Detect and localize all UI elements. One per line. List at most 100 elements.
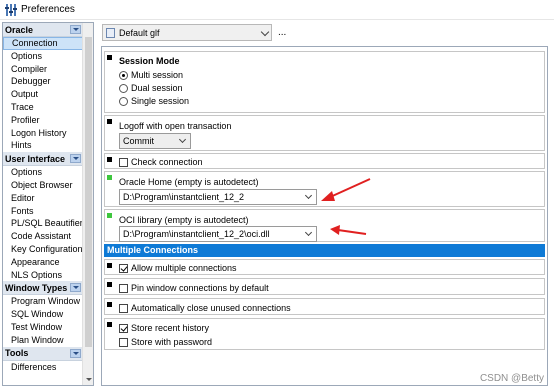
radio-single-session[interactable]: Single session	[119, 96, 189, 106]
sidebar-item-ui-options[interactable]: Options	[3, 166, 83, 179]
preferences-app-icon	[5, 3, 17, 16]
group-tools[interactable]: Tools	[3, 346, 83, 361]
chevron-down-icon[interactable]	[260, 27, 270, 37]
sidebar-item-hints[interactable]: Hints	[3, 139, 83, 152]
checkbox[interactable]	[119, 337, 128, 347]
sidebar-item-differences[interactable]: Differences	[3, 361, 83, 374]
oci-library-label: OCI library (empty is autodetect)	[119, 215, 249, 225]
sidebar-scrollbar[interactable]	[82, 23, 93, 385]
section-marker-icon	[107, 175, 112, 180]
checkbox[interactable]	[119, 283, 128, 293]
title-bar: Preferences	[0, 0, 554, 20]
collapse-dropdown-icon[interactable]	[70, 154, 81, 164]
section-marker-icon	[107, 322, 112, 327]
profile-select[interactable]: Default glf	[102, 24, 272, 41]
check-connection-section: Check connection	[104, 153, 545, 169]
sidebar-item-fonts[interactable]: Fonts	[3, 205, 83, 218]
sidebar-item-debugger[interactable]: Debugger	[3, 75, 83, 88]
collapse-dropdown-icon[interactable]	[70, 348, 81, 358]
scroll-down-arrow-icon[interactable]	[86, 378, 92, 381]
sidebar-item-object-browser[interactable]: Object Browser	[3, 179, 83, 192]
sidebar-item-code-assistant[interactable]: Code Assistant	[3, 230, 83, 243]
logoff-value: Commit	[123, 136, 154, 146]
group-oracle[interactable]: Oracle	[3, 23, 83, 37]
oracle-home-value: D:\Program\instantclient_12_2	[123, 192, 245, 202]
section-marker-icon	[107, 119, 112, 124]
multiple-connections-header: Multiple Connections	[104, 244, 545, 257]
sidebar-item-output[interactable]: Output	[3, 88, 83, 101]
radio-label: Multi session	[131, 70, 184, 80]
checkbox-label: Automatically close unused connections	[131, 303, 291, 313]
check-connection-checkbox[interactable]: Check connection	[119, 157, 203, 167]
oci-library-value: D:\Program\instantclient_12_2\oci.dll	[123, 229, 270, 239]
sidebar-item-connection[interactable]: Connection	[3, 37, 83, 50]
sidebar-item-appearance[interactable]: Appearance	[3, 256, 83, 269]
auto-close-checkbox[interactable]: Automatically close unused connections	[119, 303, 291, 313]
sidebar-item-logon-history[interactable]: Logon History	[3, 127, 83, 140]
radio-multi-session[interactable]: Multi session	[119, 70, 183, 80]
sidebar-item-test-window[interactable]: Test Window	[3, 321, 83, 334]
sidebar-item-editor[interactable]: Editor	[3, 192, 83, 205]
sidebar-item-nls-options[interactable]: NLS Options	[3, 269, 83, 282]
chevron-down-icon[interactable]	[304, 191, 313, 200]
settings-panel: Session Mode Multi session Dual session …	[101, 46, 548, 386]
group-label: User Interface	[5, 153, 66, 164]
profile-document-icon	[106, 27, 115, 38]
history-section: Store recent history Store with password	[104, 318, 545, 350]
checkbox[interactable]	[119, 323, 128, 333]
allow-multiple-checkbox[interactable]: Allow multiple connections	[119, 263, 237, 273]
allow-multiple-section: Allow multiple connections	[104, 259, 545, 275]
radio-label: Dual session	[131, 83, 183, 93]
group-label: Window Types	[5, 282, 68, 293]
group-label: Tools	[5, 348, 29, 359]
group-window-types[interactable]: Window Types	[3, 281, 83, 296]
oracle-home-label: Oracle Home (empty is autodetect)	[119, 177, 259, 187]
sidebar-item-profiler[interactable]: Profiler	[3, 114, 83, 127]
checkbox-label: Store with password	[131, 337, 213, 347]
pin-connections-section: Pin window connections by default	[104, 278, 545, 295]
collapse-dropdown-icon[interactable]	[70, 25, 81, 34]
preferences-sidebar: Oracle Connection Options Compiler Debug…	[2, 22, 94, 386]
pin-connections-checkbox[interactable]: Pin window connections by default	[119, 283, 269, 293]
store-password-checkbox[interactable]: Store with password	[119, 337, 212, 347]
checkbox[interactable]	[119, 157, 128, 167]
category-list: Oracle Connection Options Compiler Debug…	[3, 23, 83, 385]
sidebar-item-plsql-beautifier[interactable]: PL/SQL Beautifier	[3, 217, 83, 230]
logoff-select[interactable]: Commit	[119, 133, 191, 149]
oci-library-input[interactable]: D:\Program\instantclient_12_2\oci.dll	[119, 226, 317, 242]
scrollbar-thumb[interactable]	[85, 37, 92, 347]
checkbox-label: Allow multiple connections	[131, 263, 237, 273]
store-recent-history-checkbox[interactable]: Store recent history	[119, 323, 209, 333]
sidebar-item-plan-window[interactable]: Plan Window	[3, 334, 83, 347]
group-user-interface[interactable]: User Interface	[3, 152, 83, 167]
chevron-down-icon[interactable]	[178, 135, 187, 144]
section-marker-icon	[107, 282, 112, 287]
sidebar-item-compiler[interactable]: Compiler	[3, 63, 83, 76]
collapse-dropdown-icon[interactable]	[70, 283, 81, 293]
section-marker-icon	[107, 263, 112, 268]
sidebar-item-options[interactable]: Options	[3, 50, 83, 63]
chevron-down-icon[interactable]	[304, 228, 313, 237]
section-marker-icon	[107, 213, 112, 218]
section-marker-icon	[107, 302, 112, 307]
annotation-arrow-icon	[321, 178, 371, 201]
session-mode-title: Session Mode	[119, 56, 180, 66]
sidebar-item-program-window[interactable]: Program Window	[3, 295, 83, 308]
sidebar-item-trace[interactable]: Trace	[3, 101, 83, 114]
radio-button[interactable]	[119, 70, 128, 80]
section-marker-icon	[107, 55, 112, 60]
annotation-arrow-icon	[330, 225, 367, 235]
profile-more-button[interactable]: ...	[278, 27, 286, 38]
checkbox[interactable]	[119, 303, 128, 313]
oci-library-section: OCI library (empty is autodetect) D:\Pro…	[104, 209, 545, 242]
watermark: CSDN @Betty	[479, 373, 544, 384]
oracle-home-input[interactable]: D:\Program\instantclient_12_2	[119, 189, 317, 205]
radio-dual-session[interactable]: Dual session	[119, 83, 183, 93]
sidebar-item-key-configuration[interactable]: Key Configuration	[3, 243, 83, 256]
checkbox-label: Store recent history	[131, 323, 210, 333]
checkbox-label: Pin window connections by default	[131, 283, 269, 293]
radio-button[interactable]	[119, 96, 128, 106]
radio-button[interactable]	[119, 83, 128, 93]
sidebar-item-sql-window[interactable]: SQL Window	[3, 308, 83, 321]
checkbox[interactable]	[119, 263, 128, 273]
